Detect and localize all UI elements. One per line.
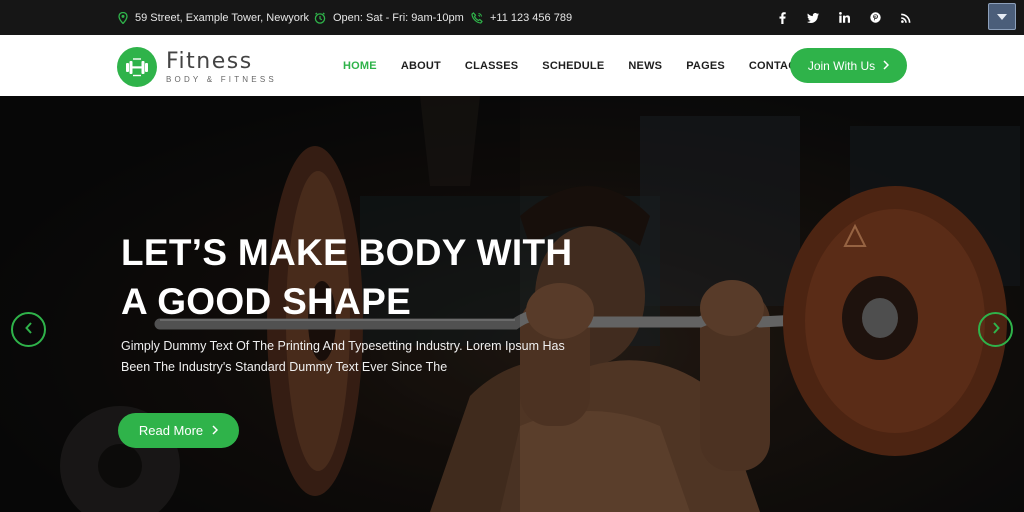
nav-about[interactable]: ABOUT [401, 60, 441, 72]
hours-info: Open: Sat - Fri: 9am-10pm [314, 0, 464, 35]
pinterest-icon[interactable] [869, 12, 881, 24]
read-more-label: Read More [138, 423, 204, 438]
chevron-left-icon [24, 321, 33, 339]
nav-pages[interactable]: PAGES [686, 60, 725, 72]
address-info: 59 Street, Example Tower, Newyork [118, 0, 309, 35]
top-bar: 59 Street, Example Tower, Newyork Open: … [0, 0, 1024, 35]
dumbbell-logo-icon [117, 47, 157, 87]
phone-info: +11 123 456 789 [471, 0, 572, 35]
nav-home[interactable]: HOME [343, 60, 377, 72]
nav-schedule[interactable]: SCHEDULE [542, 60, 604, 72]
nav-news[interactable]: NEWS [628, 60, 662, 72]
facebook-icon[interactable] [776, 11, 788, 24]
hours-text: Open: Sat - Fri: 9am-10pm [333, 11, 464, 24]
main-header: Fitness BODY & FITNESS HOME ABOUT CLASSE… [0, 35, 1024, 96]
hero-title: LET’S MAKE BODY WITH A GOOD SHAPE [121, 228, 572, 326]
logo-subtitle: BODY & FITNESS [166, 74, 277, 84]
chevron-right-icon [883, 59, 890, 73]
main-nav: HOME ABOUT CLASSES SCHEDULE NEWS PAGES C… [343, 35, 803, 96]
twitter-icon[interactable] [807, 12, 819, 24]
dropdown-toggle-button[interactable] [988, 3, 1016, 30]
chevron-right-icon [212, 423, 219, 438]
rss-icon[interactable] [900, 12, 912, 24]
logo-title: Fitness [166, 48, 253, 74]
map-pin-icon [118, 11, 128, 24]
join-button-label: Join With Us [807, 58, 876, 73]
slider-next-button[interactable] [978, 312, 1013, 347]
triangle-down-icon [997, 11, 1007, 23]
logo[interactable]: Fitness BODY & FITNESS [117, 47, 277, 87]
phone-text: +11 123 456 789 [490, 11, 573, 24]
hero-slider: LET’S MAKE BODY WITH A GOOD SHAPE Gimply… [0, 96, 1024, 512]
hero-title-line1: LET’S MAKE BODY WITH [121, 232, 573, 273]
nav-classes[interactable]: CLASSES [465, 60, 518, 72]
hero-title-line2: A GOOD SHAPE [121, 281, 412, 322]
join-with-us-button[interactable]: Join With Us [790, 48, 907, 83]
linkedin-icon[interactable] [838, 12, 850, 24]
read-more-button[interactable]: Read More [118, 413, 239, 448]
phone-icon [471, 11, 483, 24]
hero-description: Gimply Dummy Text Of The Printing And Ty… [121, 339, 565, 374]
address-text: 59 Street, Example Tower, Newyork [135, 11, 310, 24]
chevron-right-icon [992, 321, 1000, 339]
social-links [776, 0, 912, 35]
clock-icon [314, 12, 326, 24]
slider-prev-button[interactable] [11, 312, 46, 347]
